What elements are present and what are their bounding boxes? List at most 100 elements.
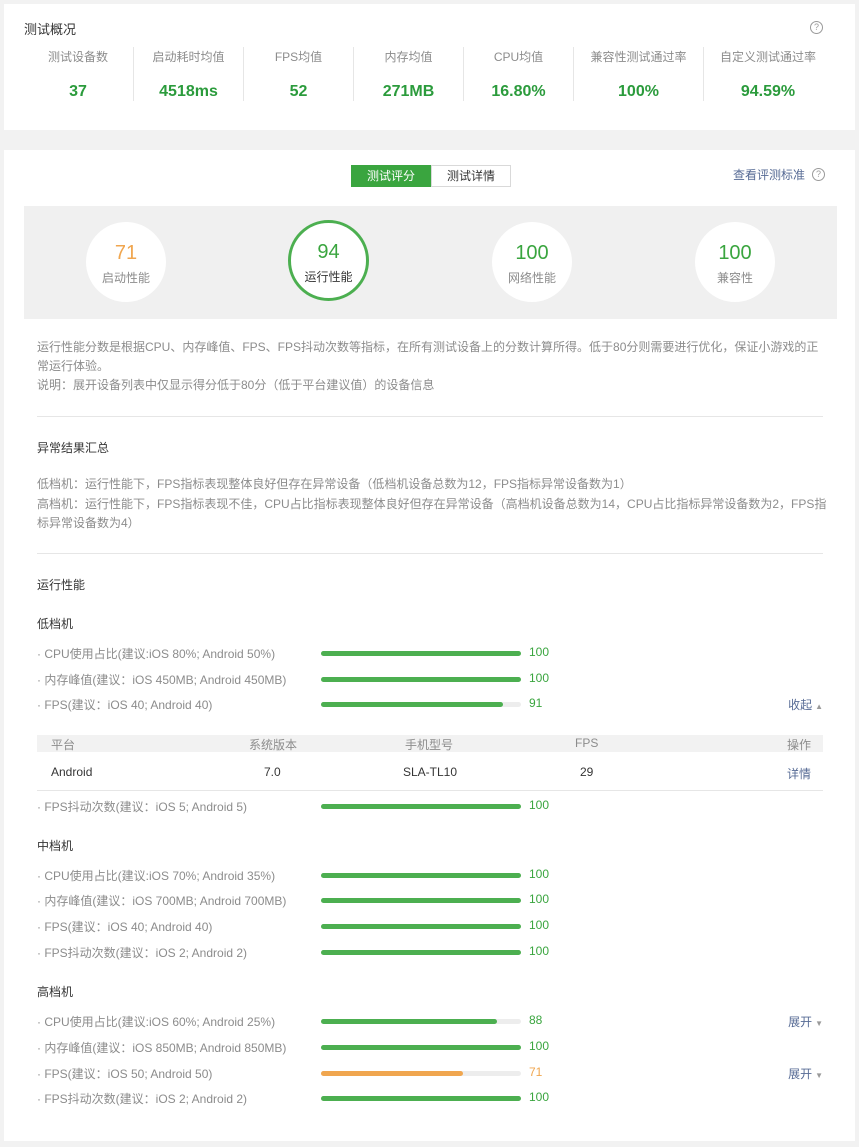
anomaly-high: 高档机：运行性能下，FPS指标表现不佳，CPU占比指标表现整体良好但存在异常设备…	[37, 497, 827, 530]
runtime-title: 运行性能	[37, 578, 86, 592]
metric-bar	[321, 1071, 521, 1076]
metric-score: 100	[529, 1090, 550, 1104]
metric-score: 100	[529, 671, 550, 685]
score-description: 运行性能分数是根据CPU、内存峰值、FPS、FPS抖动次数等指标，在所有测试设备…	[37, 340, 819, 373]
metric-bar	[321, 804, 521, 809]
chevron-down-icon: ▼	[815, 1071, 823, 1080]
divider	[37, 416, 823, 417]
stat-device-count: 测试设备数 37	[24, 44, 132, 104]
details-link[interactable]: 详情	[787, 765, 811, 782]
score-label: 兼容性	[716, 271, 753, 285]
metric-name: · FPS抖动次数(建议：iOS 2; Android 2)	[37, 1092, 248, 1106]
metric-bar	[321, 898, 521, 903]
stat-fps: FPS均值 52	[244, 44, 353, 104]
col-fps: FPS	[575, 736, 599, 750]
metric-bar-fill	[321, 1071, 463, 1076]
metric-name: · CPU使用占比(建议:iOS 60%; Android 25%)	[37, 1015, 276, 1029]
score-runtime[interactable]: 94 运行性能	[288, 220, 369, 301]
stat-value: 94.59%	[740, 83, 796, 100]
score-label: 网络性能	[507, 271, 556, 285]
metric-bar-fill	[321, 898, 521, 903]
metric-row: · FPS(建议：iOS 50; Android 50) 71 展开 ▼	[37, 1064, 823, 1082]
metric-row: · FPS抖动次数(建议：iOS 2; Android 2) 100	[37, 943, 823, 961]
metric-row: · 内存峰值(建议：iOS 450MB; Android 450MB) 100	[37, 670, 823, 688]
metric-row: · FPS(建议：iOS 40; Android 40) 100	[37, 917, 823, 935]
score-network[interactable]: 100 网络性能	[492, 222, 572, 302]
metric-name: · FPS抖动次数(建议：iOS 5; Android 5)	[37, 800, 248, 814]
help-icon[interactable]: ?	[812, 168, 825, 181]
score-band: 71 启动性能 94 运行性能 100 网络性能 100 兼容性	[24, 206, 837, 319]
metric-bar	[321, 1019, 521, 1024]
cell-model: SLA-TL10	[403, 765, 458, 779]
metric-bar	[321, 677, 521, 682]
score-startup[interactable]: 71 启动性能	[86, 222, 166, 302]
metric-row: · 内存峰值(建议：iOS 850MB; Android 850MB) 100	[37, 1038, 823, 1056]
metric-row: · FPS抖动次数(建议：iOS 5; Android 5) 100	[37, 797, 823, 815]
metric-name: · FPS(建议：iOS 50; Android 50)	[37, 1067, 213, 1081]
toggle-label: 收起	[788, 698, 813, 712]
metric-bar-fill	[321, 873, 521, 878]
stat-startup-time: 启动耗时均值 4518ms	[134, 44, 243, 104]
metric-bar	[321, 702, 521, 707]
metric-name: · 内存峰值(建议：iOS 700MB; Android 700MB)	[37, 894, 287, 908]
tab-test-details[interactable]: 测试详情	[431, 165, 511, 187]
cell-platform: Android	[51, 765, 93, 779]
stat-label: FPS均值	[274, 50, 323, 64]
metric-name: · CPU使用占比(建议:iOS 80%; Android 50%)	[37, 647, 276, 661]
metric-row: · CPU使用占比(建议:iOS 80%; Android 50%) 100	[37, 644, 823, 662]
overview-card: 测试概况 ? 测试设备数 37 启动耗时均值 4518ms FPS均值 52 内…	[4, 4, 855, 130]
anomaly-title: 异常结果汇总	[37, 441, 110, 455]
collapse-toggle[interactable]: 收起 ▲	[788, 696, 823, 713]
score-compatibility[interactable]: 100 兼容性	[695, 222, 775, 302]
metric-row: · CPU使用占比(建议:iOS 70%; Android 35%) 100	[37, 866, 823, 884]
col-os-version: 系统版本	[249, 738, 298, 752]
score-value: 100	[515, 242, 549, 264]
stat-value: 4518ms	[159, 83, 218, 100]
score-value: 100	[718, 242, 752, 264]
metric-bar-fill	[321, 1096, 521, 1101]
metric-score: 71	[529, 1065, 543, 1079]
metric-bar-fill	[321, 651, 521, 656]
score-value: 71	[114, 242, 138, 264]
criteria-link[interactable]: 查看评测标准	[733, 166, 805, 183]
overview-title: 测试概况	[24, 22, 77, 37]
tier-mid-title: 中档机	[37, 839, 74, 853]
toggle-label: 展开	[788, 1067, 813, 1081]
toggle-label: 展开	[788, 1015, 813, 1029]
metric-row: · FPS抖动次数(建议：iOS 2; Android 2) 100	[37, 1089, 823, 1107]
score-value: 94	[317, 241, 340, 263]
overview-stats: 测试设备数 37 启动耗时均值 4518ms FPS均值 52 内存均值 271…	[4, 44, 855, 104]
metric-bar	[321, 873, 521, 878]
metric-score: 100	[529, 867, 550, 881]
metric-score: 100	[529, 645, 550, 659]
anomaly-low: 低档机：运行性能下，FPS指标表现整体良好但存在异常设备（低档机设备总数为12，…	[37, 477, 632, 491]
stat-cpu: CPU均值 16.80%	[464, 44, 573, 104]
cell-fps: 29	[580, 765, 594, 779]
col-action: 操作	[787, 738, 812, 752]
stat-label: 测试设备数	[47, 50, 108, 64]
tab-test-score[interactable]: 测试评分	[351, 165, 431, 187]
expand-toggle[interactable]: 展开 ▼	[788, 1065, 823, 1082]
metric-name: · 内存峰值(建议：iOS 850MB; Android 850MB)	[37, 1041, 287, 1055]
help-icon[interactable]: ?	[810, 21, 823, 34]
tier-low-title: 低档机	[37, 617, 74, 631]
stat-label: 启动耗时均值	[152, 50, 225, 64]
stat-value: 100%	[618, 83, 659, 100]
metric-bar	[321, 924, 521, 929]
device-table: 平台 系统版本 手机型号 FPS 操作 Android 7.0 SLA-TL10…	[37, 735, 823, 791]
metric-name: · FPS(建议：iOS 40; Android 40)	[37, 920, 213, 934]
cell-os-version: 7.0	[264, 765, 281, 779]
score-label: 启动性能	[101, 271, 150, 285]
score-note: 说明：展开设备列表中仅显示得分低于80分（低于平台建议值）的设备信息	[37, 378, 435, 392]
expand-toggle[interactable]: 展开 ▼	[788, 1013, 823, 1030]
chevron-up-icon: ▲	[815, 702, 823, 711]
metric-name: · CPU使用占比(建议:iOS 70%; Android 35%)	[37, 869, 276, 883]
score-label: 运行性能	[304, 270, 353, 284]
metric-score: 88	[529, 1013, 543, 1027]
stat-label: 兼容性测试通过率	[590, 50, 687, 64]
metric-score: 91	[529, 696, 543, 710]
metric-bar	[321, 1045, 521, 1050]
metric-row: · CPU使用占比(建议:iOS 60%; Android 25%) 88 展开…	[37, 1012, 823, 1030]
metric-name: · 内存峰值(建议：iOS 450MB; Android 450MB)	[37, 673, 287, 687]
stat-value: 271MB	[382, 83, 435, 100]
